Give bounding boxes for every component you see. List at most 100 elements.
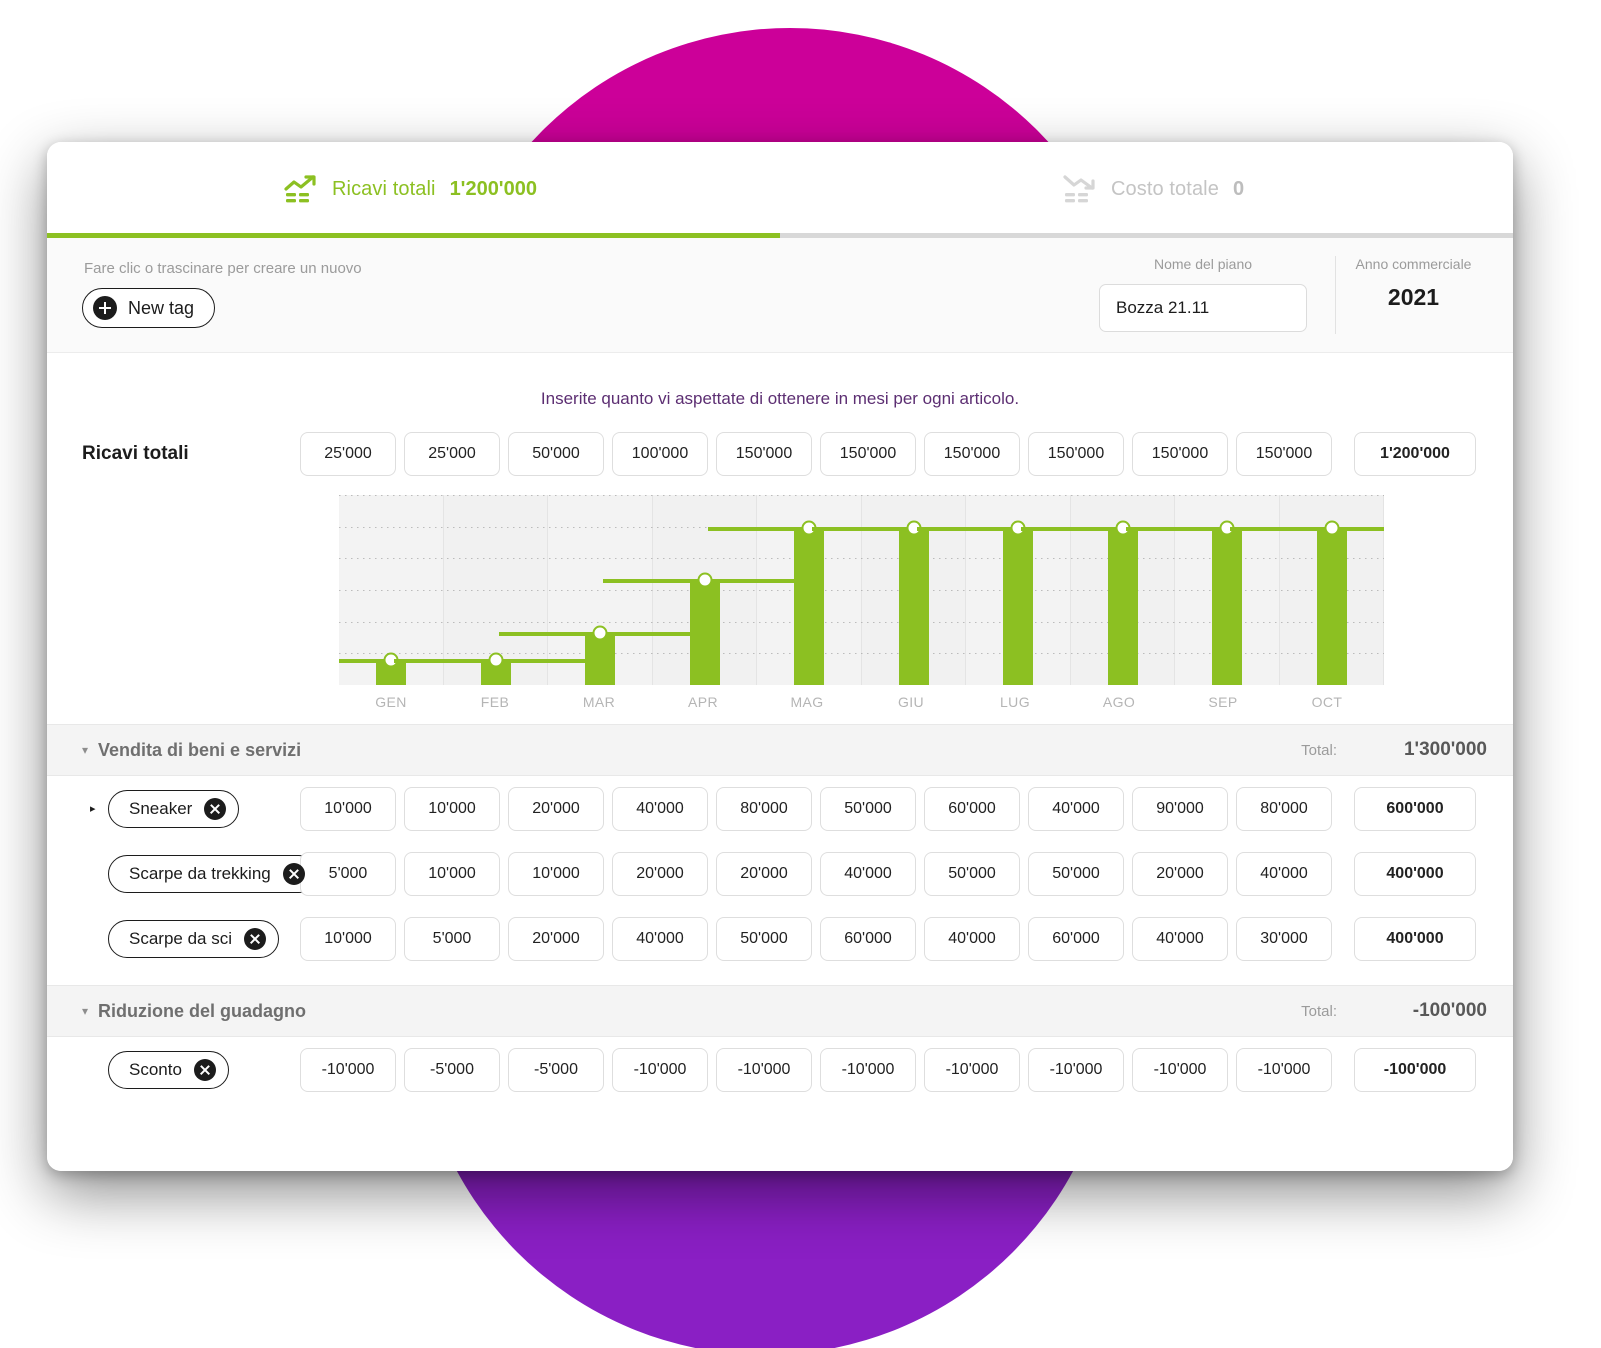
row-cell[interactable]: 90'000 (1132, 786, 1228, 831)
row-cell[interactable]: 60'000 (924, 786, 1020, 831)
group-title: Riduzione del guadagno (98, 1000, 307, 1021)
totals-row-label-col: Ricavi totali (82, 443, 300, 465)
row-cell[interactable]: 10'000 (404, 851, 500, 896)
tag-label: Scarpe da trekking (129, 863, 271, 883)
toolbar: Fare clic o trascinare per creare un nuo… (47, 238, 1513, 353)
total-cost-metric[interactable]: Costo totale 0 (1063, 174, 1244, 204)
row-cell[interactable]: -10'000 (1132, 1047, 1228, 1092)
chart-drag-handle[interactable] (1324, 520, 1340, 536)
row-cell[interactable]: 80'000 (1236, 786, 1332, 831)
close-circle-icon[interactable] (282, 862, 305, 885)
row-cell[interactable]: 50'000 (924, 851, 1020, 896)
group-header[interactable]: ▾ Vendita di beni e servizi Total: 1'300'00… (47, 724, 1513, 776)
row-cell[interactable]: -10'000 (1028, 1047, 1124, 1092)
row-cell[interactable]: 20'000 (716, 851, 812, 896)
chart-drag-handle[interactable] (697, 572, 713, 588)
close-circle-icon[interactable] (204, 797, 227, 820)
totals-cell[interactable]: 25'000 (300, 432, 396, 476)
commercial-year-value[interactable]: 2021 (1340, 284, 1487, 311)
row-cell[interactable]: -10'000 (1236, 1047, 1332, 1092)
row-cell[interactable]: 40'000 (612, 916, 708, 961)
row-cell[interactable]: 5'000 (300, 851, 396, 896)
row-cell[interactable]: 40'000 (924, 916, 1020, 961)
plan-name-field-group: Nome del piano (1099, 256, 1307, 332)
totals-cell[interactable]: 100'000 (612, 432, 708, 476)
row-cell[interactable]: -10'000 (612, 1047, 708, 1092)
total-cost-value: 0 (1232, 177, 1245, 200)
row-cell[interactable]: 20'000 (1132, 851, 1228, 896)
totals-cell[interactable]: 150'000 (716, 432, 812, 476)
row-cell[interactable]: -10'000 (300, 1047, 396, 1092)
chart-bar[interactable] (1316, 527, 1347, 685)
row-cell[interactable]: 40'000 (612, 786, 708, 831)
chart-bar[interactable] (689, 579, 720, 685)
totals-cell[interactable]: 25'000 (404, 432, 500, 476)
row-cell[interactable]: 20'000 (612, 851, 708, 896)
table-row: Scarpe da sci 10'000 5'000 20'000 40'000 50'0… (47, 906, 1513, 971)
row-cell[interactable]: 40'000 (1132, 916, 1228, 961)
row-cell[interactable]: 50'000 (1028, 851, 1124, 896)
row-cell[interactable]: 20'000 (508, 786, 604, 831)
row-cell[interactable]: 40'000 (1236, 851, 1332, 896)
tag-pill[interactable]: Scarpe da sci (108, 919, 279, 958)
totals-cell[interactable]: 150'000 (1236, 432, 1332, 476)
totals-cell[interactable]: 150'000 (820, 432, 916, 476)
tag-pill[interactable]: Sconto (108, 1050, 229, 1089)
chart-axis-label: LUG (1000, 694, 1030, 710)
row-cell[interactable]: 80'000 (716, 786, 812, 831)
close-circle-icon[interactable] (244, 927, 266, 950)
chart-bar[interactable] (794, 527, 825, 685)
tag-pill[interactable]: Scarpe da trekking (108, 854, 318, 893)
group-header[interactable]: ▾ Riduzione del guadagno Total: -100'000 (47, 985, 1513, 1037)
row-cell[interactable]: 5'000 (404, 916, 500, 961)
row-cell[interactable]: 10'000 (404, 786, 500, 831)
row-cell-list: 10'000 10'000 20'000 40'000 80'000 50'000 60'0… (300, 786, 1476, 831)
row-cell[interactable]: 40'000 (1028, 786, 1124, 831)
totals-cell-list: 25'000 25'000 50'000 100'000 150'000 150'000 1… (300, 432, 1476, 476)
row-cell[interactable]: -10'000 (924, 1047, 1020, 1092)
row-cell[interactable]: 10'000 (300, 916, 396, 961)
chevron-down-icon[interactable]: ▾ (82, 1004, 88, 1018)
totals-cell[interactable]: 50'000 (508, 432, 604, 476)
row-cell[interactable]: -5'000 (508, 1047, 604, 1092)
chart-drag-handle[interactable] (592, 625, 608, 641)
chart-axis-label: OCT (1311, 694, 1343, 710)
new-tag-button[interactable]: New tag (82, 288, 216, 328)
row-cell[interactable]: 50'000 (820, 786, 916, 831)
row-cell[interactable]: 10'000 (508, 851, 604, 896)
row-cell[interactable]: -5'000 (404, 1047, 500, 1092)
chart-bar[interactable] (898, 527, 929, 685)
new-tag-hint: Fare clic o trascinare per creare un nuo… (84, 260, 362, 277)
totals-cell[interactable]: 150'000 (1132, 432, 1228, 476)
row-cell[interactable]: 30'000 (1236, 916, 1332, 961)
row-cell[interactable]: -10'000 (716, 1047, 812, 1092)
totals-cell[interactable]: 150'000 (924, 432, 1020, 476)
chart-axis-label: GIU (897, 694, 925, 710)
chart-bar[interactable] (1212, 527, 1243, 685)
close-circle-icon[interactable] (193, 1058, 216, 1081)
chart-axis-label: APR (688, 694, 718, 710)
row-cell[interactable]: 40'000 (820, 851, 916, 896)
plan-name-input[interactable] (1099, 284, 1307, 332)
row-cell-list: 5'000 10'000 10'000 20'000 20'000 40'000 50'00… (300, 851, 1476, 896)
row-cell[interactable]: -10'000 (820, 1047, 916, 1092)
chevron-right-icon[interactable]: ▸ (90, 802, 108, 815)
group-total: Total: 1'300'000 (1301, 739, 1487, 761)
row-cell[interactable]: 10'000 (300, 786, 396, 831)
chevron-down-icon[interactable]: ▾ (82, 743, 88, 757)
chart-bar[interactable] (1107, 527, 1138, 685)
row-total-cell: 400'000 (1354, 851, 1476, 896)
revenue-chart[interactable] (339, 495, 1384, 685)
row-cell[interactable]: 20'000 (508, 916, 604, 961)
chart-axis-label: SEP (1208, 694, 1238, 710)
tag-pill[interactable]: Sneaker (108, 789, 240, 828)
chart-bar[interactable] (1003, 527, 1034, 685)
row-cell[interactable]: 50'000 (716, 916, 812, 961)
main-content: Inserite quanto vi aspettate di ottenere… (47, 353, 1513, 1171)
chart-drag-handle[interactable] (488, 652, 504, 668)
totals-cell[interactable]: 150'000 (1028, 432, 1124, 476)
group-total-label: Total: (1301, 1003, 1337, 1020)
row-cell[interactable]: 60'000 (1028, 916, 1124, 961)
row-cell[interactable]: 60'000 (820, 916, 916, 961)
total-revenue-metric[interactable]: Ricavi totali 1'200'000 (284, 174, 537, 204)
